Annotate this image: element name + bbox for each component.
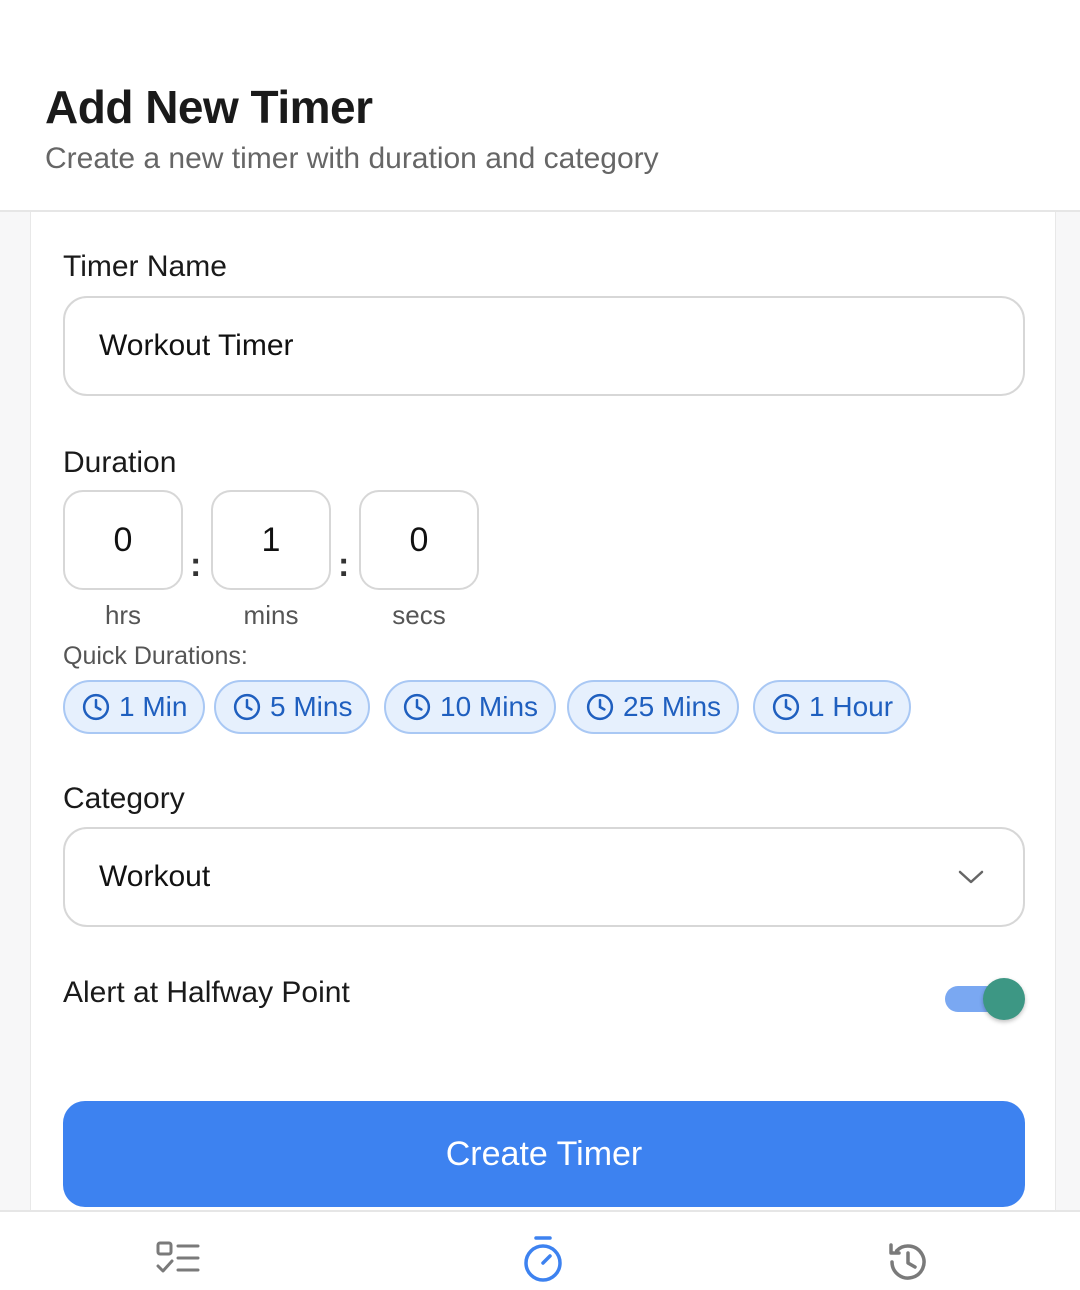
halfway-alert-label: Alert at Halfway Point [63,976,350,1009]
stopwatch-icon [524,1236,562,1282]
clock-icon [586,693,614,721]
task-list-icon [156,1241,200,1273]
nav-item-add-timer[interactable] [522,1234,564,1289]
minutes-input[interactable]: 1 [211,490,331,590]
hours-unit-label: hrs [104,600,142,630]
quick-duration-1-min[interactable]: 1 Min [63,680,206,734]
hours-input[interactable]: 0 [63,490,183,590]
quick-durations-label: Quick Durations: [63,642,248,670]
nav-item-timers[interactable] [156,1240,200,1285]
seconds-input[interactable]: 0 [359,490,479,590]
nav-item-history[interactable] [886,1240,930,1289]
seconds-unit-label: secs [392,600,446,630]
chip-label: 5 Mins [270,691,353,722]
category-selected-value: Workout [99,860,211,893]
timer-form: Timer Name Workout Timer Duration 0 : 1 … [30,212,1056,1210]
page-header: Add New Timer Create a new timer with du… [0,0,1080,212]
chevron-down-icon [958,870,984,884]
timer-name-input[interactable]: Workout Timer [63,296,1025,396]
quick-duration-25-mins[interactable]: 25 Mins [567,680,740,734]
chip-label: 1 Hour [809,691,894,722]
duration-separator: : [338,546,350,584]
minutes-unit-label: mins [243,600,299,630]
category-label: Category [63,782,185,815]
quick-duration-10-mins[interactable]: 10 Mins [384,680,557,734]
halfway-alert-toggle[interactable] [945,976,1027,1020]
category-select[interactable]: Workout [63,827,1025,927]
timer-name-label: Timer Name [63,250,227,283]
duration-separator: : [190,546,202,584]
clock-icon [82,693,110,721]
clock-icon [772,693,800,721]
duration-label: Duration [63,446,177,479]
quick-duration-1-hour[interactable]: 1 Hour [753,680,912,734]
clock-icon [403,693,431,721]
history-icon [889,1243,926,1280]
chip-label: 25 Mins [623,691,722,722]
page-title: Add New Timer [45,81,373,133]
clock-icon [233,693,261,721]
bottom-nav [0,1210,1080,1290]
create-timer-button[interactable]: Create Timer [63,1101,1025,1207]
page-subtitle: Create a new timer with duration and cat… [45,142,659,175]
quick-duration-5-mins[interactable]: 5 Mins [214,680,371,734]
chip-label: 10 Mins [440,691,539,722]
toggle-knob [983,978,1025,1020]
chip-label: 1 Min [119,691,188,722]
